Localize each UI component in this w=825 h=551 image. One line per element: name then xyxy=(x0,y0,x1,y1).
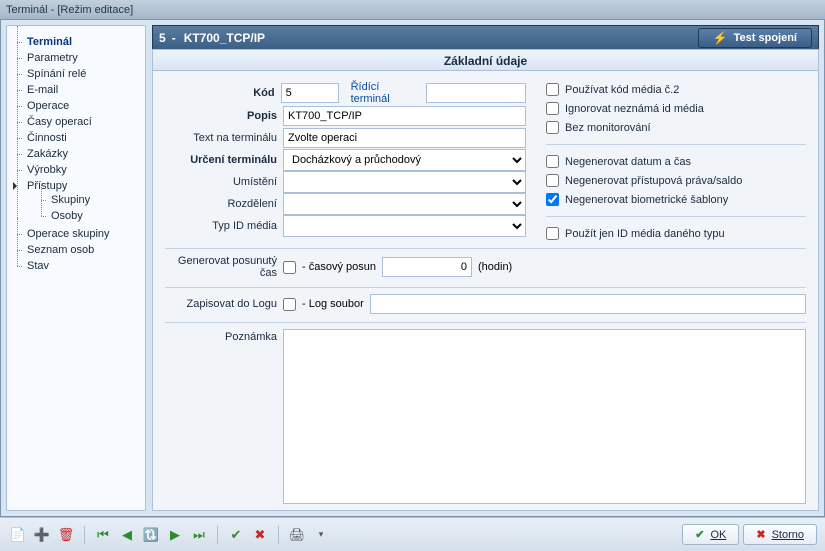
sidebar-item-seznam-osob[interactable]: Seznam osob xyxy=(13,242,141,258)
check-bez-monitorovani[interactable]: Bez monitorování xyxy=(546,121,806,134)
first-icon[interactable]: ⏮ xyxy=(93,525,113,545)
delete-icon[interactable]: 🗑 xyxy=(56,525,76,545)
header-sep: - xyxy=(172,31,176,45)
last-icon[interactable]: ⏭ xyxy=(189,525,209,545)
rozdeleni-select[interactable] xyxy=(283,193,526,215)
test-connection-button[interactable]: ⚡ Test spojení xyxy=(698,28,812,48)
gen-unit: (hodin) xyxy=(478,261,512,273)
note-label: Poznámka xyxy=(165,329,277,343)
bolt-icon: ⚡ xyxy=(713,31,728,45)
log-label: Zapisovat do Logu xyxy=(165,298,277,310)
note-textarea[interactable] xyxy=(283,329,806,504)
sidebar-item-osoby[interactable]: Osoby xyxy=(27,208,141,224)
sidebar-item-casy-operaci[interactable]: Časy operací xyxy=(13,114,141,130)
typid-select[interactable] xyxy=(283,215,526,237)
sidebar-item-zakazky[interactable]: Zakázky xyxy=(13,146,141,162)
ridici-terminal-link[interactable]: Řídící terminál xyxy=(351,81,420,105)
options-panel: Používat kód média č.2 Ignorovat neznámá… xyxy=(546,81,806,240)
log-file-input[interactable] xyxy=(370,294,806,314)
sidebar-item-operace-skupiny[interactable]: Operace skupiny xyxy=(13,226,141,242)
log-checkbox[interactable] xyxy=(283,298,296,311)
umisteni-select[interactable] xyxy=(283,171,526,193)
sidebar-item-spinani-rele[interactable]: Spínání relé xyxy=(13,66,141,82)
sidebar-item-stav[interactable]: Stav xyxy=(13,258,141,274)
next-icon[interactable]: ▶ xyxy=(165,525,185,545)
separator xyxy=(84,526,85,544)
typid-label: Typ ID média xyxy=(165,220,277,232)
separator xyxy=(217,526,218,544)
gen-sublabel: - časový posun xyxy=(302,261,376,273)
check-negenerovat-biometricke[interactable]: Negenerovat biometrické šablony xyxy=(546,193,806,206)
gen-label: Generovat posunutý čas xyxy=(165,255,277,279)
storno-button[interactable]: ✖ Storno xyxy=(743,524,817,545)
header-bar: 5 - KT700_TCP/IP ⚡ Test spojení xyxy=(152,25,819,49)
kod-input[interactable] xyxy=(281,83,339,103)
refresh-icon[interactable]: 🔃 xyxy=(141,525,161,545)
window-title: Terminál - [Režim editace] xyxy=(6,4,133,16)
sidebar-item-terminal[interactable]: Terminál xyxy=(13,34,141,50)
sidebar-item-skupiny[interactable]: Skupiny xyxy=(27,192,141,208)
window-titlebar: Terminál - [Režim editace] xyxy=(0,0,825,20)
commit-icon[interactable]: ✔ xyxy=(226,525,246,545)
urceni-select[interactable]: Docházkový a průchodový xyxy=(283,149,526,171)
sidebar-item-vyrobky[interactable]: Výrobky xyxy=(13,162,141,178)
text-terminal-input[interactable] xyxy=(283,128,526,148)
sidebar-tree: Terminál Parametry Spínání relé E-mail O… xyxy=(6,25,146,511)
urceni-label: Určení terminálu xyxy=(165,154,277,166)
add-icon[interactable]: ➕ xyxy=(32,525,52,545)
kod-label: Kód xyxy=(165,87,275,99)
header-name: KT700_TCP/IP xyxy=(184,31,265,45)
cancel-icon[interactable]: ✖ xyxy=(250,525,270,545)
sidebar-item-pristupy[interactable]: Přístupy Skupiny Osoby xyxy=(13,178,141,226)
ridici-terminal-input[interactable] xyxy=(426,83,526,103)
prev-icon[interactable]: ◀ xyxy=(117,525,137,545)
form-area: Kód Řídící terminál Popis Text na termin… xyxy=(152,71,819,511)
log-sublabel: - Log soubor xyxy=(302,298,364,310)
sidebar-item-email[interactable]: E-mail xyxy=(13,82,141,98)
main-panel: 5 - KT700_TCP/IP ⚡ Test spojení Základní… xyxy=(152,25,819,511)
close-icon: ✖ xyxy=(756,528,765,541)
check-icon: ✔ xyxy=(695,528,704,541)
header-id: 5 xyxy=(159,31,166,45)
rozdeleni-label: Rozdělení xyxy=(165,198,277,210)
text-terminal-label: Text na terminálu xyxy=(165,132,277,144)
check-ignorovat-neznama[interactable]: Ignorovat neznámá id média xyxy=(546,102,806,115)
section-title: Základní údaje xyxy=(152,49,819,71)
new-icon[interactable]: 📄 xyxy=(8,525,28,545)
separator xyxy=(278,526,279,544)
gen-value-input[interactable] xyxy=(382,257,472,277)
sidebar-item-parametry[interactable]: Parametry xyxy=(13,50,141,66)
workspace: Terminál Parametry Spínání relé E-mail O… xyxy=(0,20,825,517)
print-icon[interactable]: 🖨 xyxy=(287,525,307,545)
popis-label: Popis xyxy=(165,110,277,122)
check-negenerovat-pristup[interactable]: Negenerovat přístupová práva/saldo xyxy=(546,174,806,187)
print-dropdown-icon[interactable]: ▾ xyxy=(311,525,331,545)
check-negenerovat-datum[interactable]: Negenerovat datum a čas xyxy=(546,155,806,168)
check-pouzit-jen-id[interactable]: Použít jen ID média daného typu xyxy=(546,227,806,240)
umisteni-label: Umístění xyxy=(165,176,277,188)
check-pouzivat-kod-media[interactable]: Používat kód média č.2 xyxy=(546,83,806,96)
ok-button[interactable]: ✔ OK xyxy=(682,524,739,545)
button-bar: 📄 ➕ 🗑 ⏮ ◀ 🔃 ▶ ⏭ ✔ ✖ 🖨 ▾ ✔ OK ✖ Storno xyxy=(0,517,825,551)
gen-checkbox[interactable] xyxy=(283,261,296,274)
sidebar-item-cinnosti[interactable]: Činnosti xyxy=(13,130,141,146)
popis-input[interactable] xyxy=(283,106,526,126)
sidebar-item-operace[interactable]: Operace xyxy=(13,98,141,114)
